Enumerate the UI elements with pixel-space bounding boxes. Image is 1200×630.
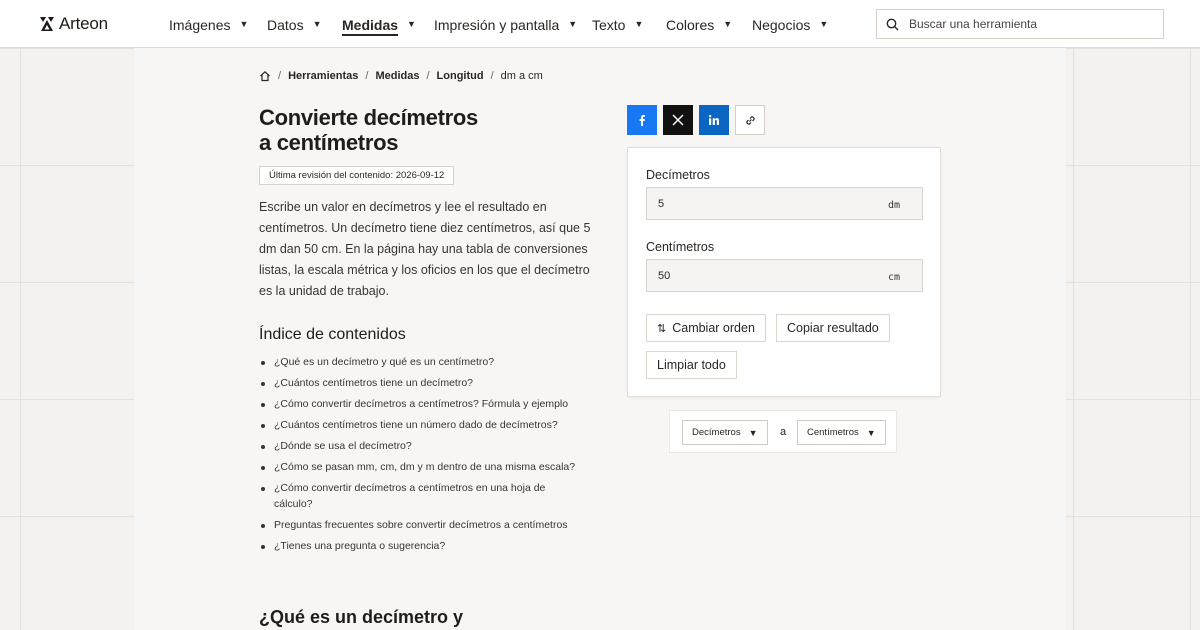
search-box[interactable] xyxy=(876,9,1164,39)
converter-card: Decímetros dm Centímetros cm ⇅ Cambiar o… xyxy=(627,147,941,397)
from-unit-select[interactable]: Decímetros ▼ xyxy=(682,420,768,445)
toc-item[interactable]: ¿Cuántos centímetros tiene un número dad… xyxy=(259,418,619,434)
breadcrumb-longitud[interactable]: Longitud xyxy=(437,70,484,82)
to-input[interactable] xyxy=(656,268,880,283)
toc-title: Índice de contenidos xyxy=(259,326,406,343)
from-unit-select-value: Decímetros xyxy=(692,427,741,438)
breadcrumb-medidas[interactable]: Medidas xyxy=(375,70,419,82)
copy-result-label: Copiar resultado xyxy=(787,321,879,335)
nav-item-texto[interactable]: Texto ▼ xyxy=(592,16,643,34)
caret-down-icon: ▼ xyxy=(312,19,322,29)
nav-item-imagenes[interactable]: Imágenes ▼ xyxy=(169,16,248,34)
swap-button[interactable]: ⇅ Cambiar orden xyxy=(646,314,766,342)
caret-down-icon: ▼ xyxy=(723,19,733,29)
breadcrumb: / Herramientas / Medidas / Longitud / dm… xyxy=(259,69,543,83)
page-title-line1: Convierte decímetros xyxy=(259,105,478,130)
to-label: Centímetros xyxy=(646,240,715,254)
from-field[interactable]: dm xyxy=(646,187,923,220)
toc-item[interactable]: Preguntas frecuentes sobre convertir dec… xyxy=(259,518,619,534)
logo-text: Arteon xyxy=(59,14,108,33)
caret-down-icon: ▼ xyxy=(407,19,416,29)
nav-item-datos[interactable]: Datos ▼ xyxy=(267,16,322,34)
linkedin-icon xyxy=(708,114,719,125)
breadcrumb-current: dm a cm xyxy=(500,70,543,82)
page-title: Convierte decímetros a centímetros xyxy=(259,105,589,155)
caret-down-icon: ▼ xyxy=(568,19,578,29)
toc-item[interactable]: ¿Tienes una pregunta o sugerencia? xyxy=(259,539,619,555)
caret-down-icon: ▼ xyxy=(866,427,876,438)
to-field[interactable]: cm xyxy=(646,259,923,292)
logo-icon xyxy=(40,17,54,31)
link-icon xyxy=(745,115,755,125)
search-icon xyxy=(886,18,899,30)
share-facebook-button[interactable] xyxy=(627,105,657,135)
clear-all-button[interactable]: Limpiar todo xyxy=(646,351,737,379)
site-header: Arteon Imágenes ▼ Datos ▼ Medidas ▼ Impresi… xyxy=(0,0,1200,48)
unit-connector: a xyxy=(780,426,787,438)
share-linkedin-button[interactable] xyxy=(699,105,729,135)
home-icon[interactable] xyxy=(259,70,271,82)
toc-item[interactable]: ¿Cómo convertir decímetros a centímetros… xyxy=(259,397,619,413)
caret-down-icon: ▼ xyxy=(748,427,758,438)
nav-item-impresion[interactable]: Impresión y pantalla ▼ xyxy=(434,16,577,34)
copy-link-button[interactable] xyxy=(735,105,765,135)
from-input[interactable] xyxy=(656,196,880,211)
x-icon xyxy=(672,114,684,126)
page-title-line2: a centímetros xyxy=(259,130,399,155)
search-input[interactable] xyxy=(907,16,1151,32)
section-heading: ¿Qué es un decímetro y xyxy=(259,607,464,627)
swap-button-label: Cambiar orden xyxy=(672,321,755,335)
swap-icon: ⇅ xyxy=(657,322,667,335)
caret-down-icon: ▼ xyxy=(819,19,829,29)
revision-badge: Última revisión del contenido: 2026-09-1… xyxy=(259,166,455,185)
to-unit-select[interactable]: Centímetros ▼ xyxy=(797,420,886,445)
intro-paragraph: Escribe un valor en decímetros y lee el … xyxy=(259,200,591,298)
toc-list: ¿Qué es un decímetro y qué es un centíme… xyxy=(259,355,619,560)
toc-item[interactable]: ¿Cómo convertir decímetros a centímetros… xyxy=(259,481,554,512)
breadcrumb-separator: / xyxy=(278,70,282,82)
toc-item[interactable]: ¿Dónde se usa el decímetro? xyxy=(259,439,619,455)
to-unit: cm xyxy=(887,272,900,283)
copy-result-button[interactable]: Copiar resultado xyxy=(776,314,890,342)
breadcrumb-separator: / xyxy=(490,70,494,82)
facebook-icon xyxy=(639,115,645,126)
breadcrumb-separator: / xyxy=(365,70,369,82)
nav-item-medidas[interactable]: Medidas ▼ xyxy=(342,16,416,36)
from-label: Decímetros xyxy=(646,168,710,182)
caret-down-icon: ▼ xyxy=(634,19,644,29)
breadcrumb-separator: / xyxy=(426,70,430,82)
breadcrumb-herramientas[interactable]: Herramientas xyxy=(288,70,358,82)
to-unit-select-value: Centímetros xyxy=(807,427,859,438)
toc-item[interactable]: ¿Qué es un decímetro y qué es un centíme… xyxy=(259,355,619,371)
share-bar xyxy=(627,105,771,135)
share-x-button[interactable] xyxy=(663,105,693,135)
unit-selector: Decímetros ▼ a Centímetros ▼ xyxy=(669,410,897,453)
toc-item[interactable]: ¿Cómo se pasan mm, cm, dm y m dentro de … xyxy=(259,460,619,476)
caret-down-icon: ▼ xyxy=(239,19,249,29)
from-unit: dm xyxy=(887,200,900,211)
nav-item-colores[interactable]: Colores ▼ xyxy=(666,16,732,34)
toc-item[interactable]: ¿Cuántos centímetros tiene un decímetro? xyxy=(259,376,619,392)
nav-item-negocios[interactable]: Negocios ▼ xyxy=(752,16,828,34)
clear-all-label: Limpiar todo xyxy=(657,358,726,372)
logo[interactable]: Arteon xyxy=(39,14,108,34)
